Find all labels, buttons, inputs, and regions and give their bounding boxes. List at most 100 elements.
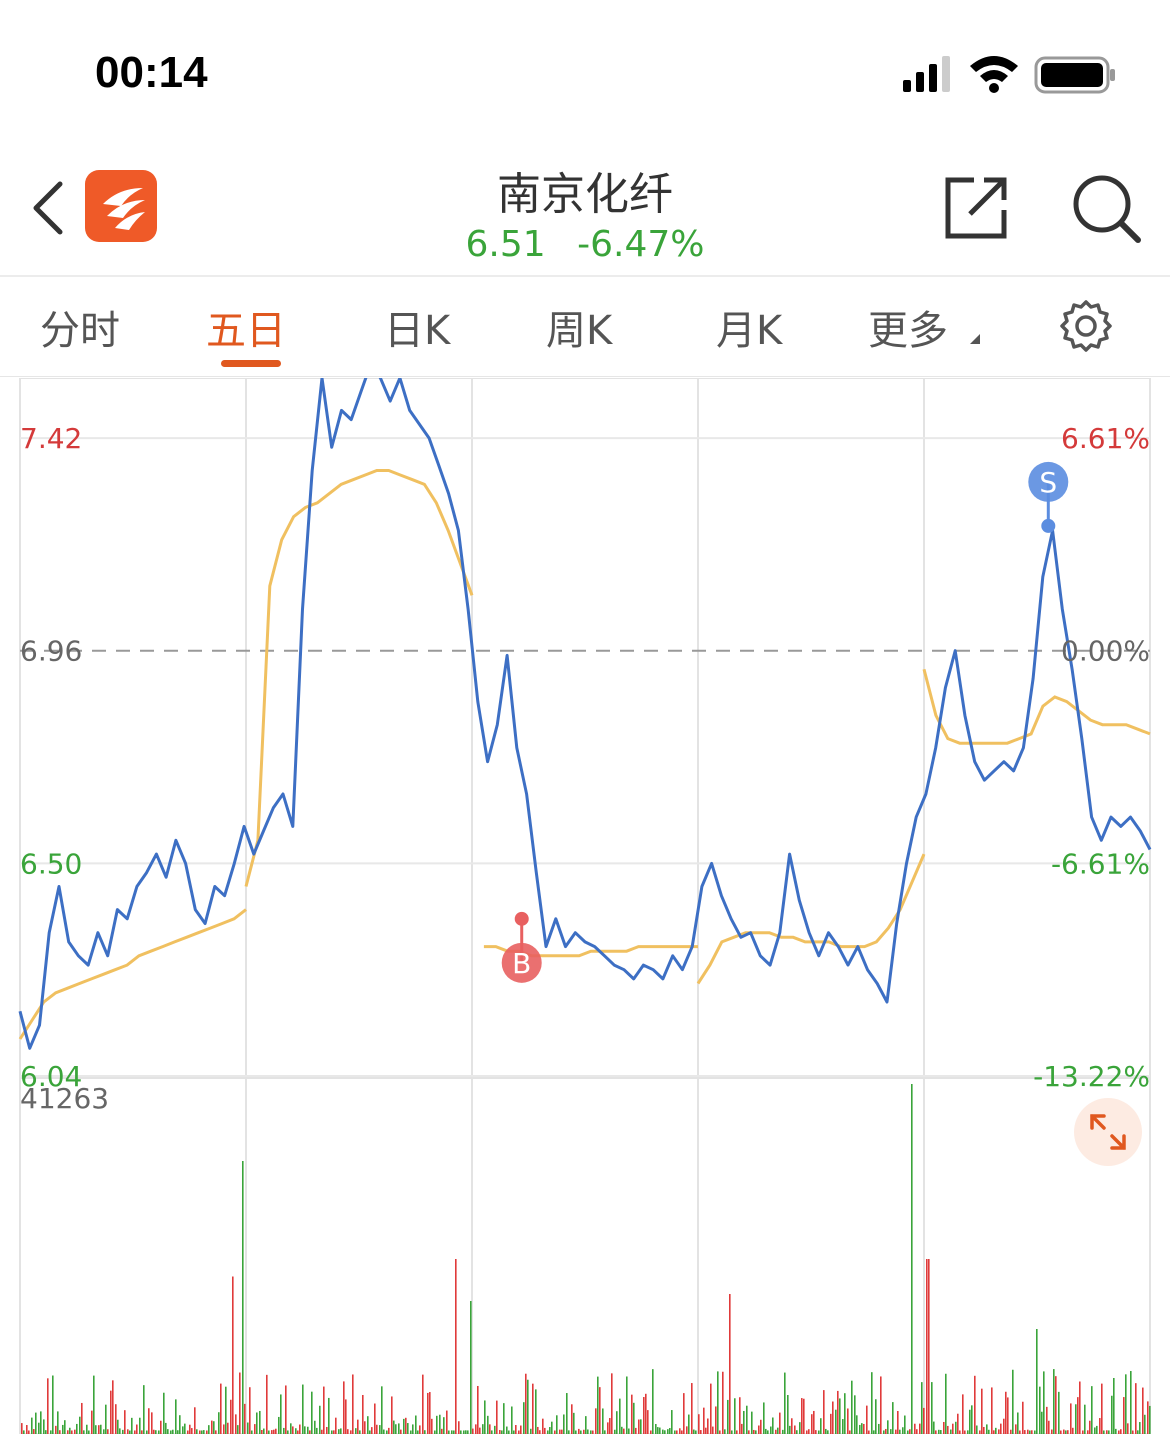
volume-bar (477, 1385, 479, 1434)
volume-bar (563, 1414, 565, 1434)
volume-bar (871, 1372, 873, 1434)
volume-bar (962, 1394, 964, 1434)
volume-bar (765, 1428, 767, 1434)
volume-bar (455, 1259, 457, 1434)
volume-bar (964, 1430, 966, 1434)
volume-bar (352, 1374, 354, 1434)
volume-bar (542, 1418, 544, 1434)
volume-bar (196, 1429, 198, 1434)
volume-bar (1142, 1387, 1144, 1434)
volume-bar (1065, 1430, 1067, 1434)
volume-bar (1106, 1430, 1108, 1434)
volume-bar (904, 1415, 906, 1434)
volume-bar (223, 1424, 225, 1434)
volume-bar (700, 1430, 702, 1434)
volume-bar (698, 1414, 700, 1434)
nav-bar: 南京化纤 6.51 -6.47% (0, 140, 1170, 277)
volume-bar (124, 1410, 126, 1434)
volume-bar (614, 1429, 616, 1434)
volume-bar (851, 1380, 853, 1434)
volume-bar (213, 1421, 215, 1434)
volume-bar (427, 1392, 429, 1434)
share-icon[interactable] (940, 172, 1012, 244)
tab-intraday[interactable]: 分时 (40, 298, 120, 356)
five-day-chart[interactable]: BS 7.42 6.61%6.96 0.00%6.50 -6.61%6.04 -13.2… (0, 378, 1170, 1434)
volume-bar (688, 1414, 690, 1434)
volume-bar (559, 1429, 561, 1434)
volume-bar (321, 1429, 323, 1434)
volume-bar (271, 1430, 273, 1434)
volume-bar (508, 1430, 510, 1434)
volume-bar (69, 1427, 71, 1434)
tab-weekly-k[interactable]: 周K (546, 298, 612, 356)
tab-monthly-k[interactable]: 月K (716, 298, 782, 356)
volume-bar (1094, 1427, 1096, 1434)
volume-bar (878, 1423, 880, 1434)
volume-bar (472, 1428, 474, 1434)
volume-bar (813, 1410, 815, 1434)
volume-bar (247, 1422, 249, 1434)
volume-bar (155, 1430, 157, 1434)
volume-bar (667, 1429, 669, 1434)
volume-bar (326, 1426, 328, 1434)
volume-bar (796, 1430, 798, 1434)
volume-bar (832, 1401, 834, 1434)
volume-bar (1115, 1428, 1117, 1434)
volume-bar (907, 1430, 909, 1434)
settings-gear-icon[interactable] (1058, 296, 1114, 352)
volume-bar (887, 1420, 889, 1434)
volume-bar (431, 1418, 433, 1434)
price-axis-label: 7.42 (20, 422, 82, 455)
volume-bar (1149, 1405, 1151, 1434)
tab-more[interactable]: 更多 (868, 298, 948, 356)
volume-bar (1000, 1423, 1002, 1434)
volume-bar (787, 1395, 789, 1434)
volume-bar (134, 1430, 136, 1434)
volume-bar (695, 1430, 697, 1434)
expand-chart-button[interactable] (1074, 1098, 1142, 1166)
volume-bar (446, 1410, 448, 1434)
volume-bar (554, 1430, 556, 1434)
volume-bar (220, 1383, 222, 1434)
volume-bar (712, 1426, 714, 1434)
volume-bar (592, 1430, 594, 1434)
volume-bar (199, 1430, 201, 1434)
volume-bar (895, 1429, 897, 1434)
volume-bar (403, 1418, 405, 1434)
volume-bar (585, 1416, 587, 1434)
volume-max-label: 41263 (20, 1082, 109, 1115)
volume-bar (119, 1428, 121, 1434)
volume-bar (379, 1425, 381, 1434)
volume-bar (715, 1406, 717, 1434)
volume-bar (777, 1427, 779, 1434)
volume-bar (292, 1426, 294, 1434)
volume-bar (535, 1389, 537, 1434)
volume-bar (947, 1425, 949, 1434)
volume-bar (57, 1411, 59, 1434)
volume-bar (575, 1430, 577, 1434)
volume-bar (583, 1429, 585, 1434)
volume-bar (923, 1407, 925, 1434)
volume-bar (494, 1425, 496, 1434)
volume-bar (806, 1430, 808, 1434)
tab-five-day[interactable]: 五日 (206, 298, 286, 356)
volume-bar (191, 1428, 193, 1434)
volume-bar (278, 1416, 280, 1434)
volume-bar (263, 1428, 265, 1434)
volume-bar (950, 1429, 952, 1434)
volume-bar (595, 1408, 597, 1434)
volume-bar (967, 1430, 969, 1434)
volume-bar (1101, 1383, 1103, 1434)
volume-bar (331, 1430, 333, 1434)
search-icon[interactable] (1068, 170, 1144, 246)
stock-price: 6.51 (465, 224, 546, 265)
volume-bar (820, 1418, 822, 1434)
volume-bar (266, 1374, 268, 1434)
volume-bar (883, 1430, 885, 1434)
volume-bar (187, 1430, 189, 1434)
tab-daily-k[interactable]: 日K (384, 298, 450, 356)
volume-bar (784, 1372, 786, 1434)
volume-bar (359, 1430, 361, 1434)
volume-bar (513, 1430, 515, 1434)
volume-bar (350, 1430, 352, 1434)
